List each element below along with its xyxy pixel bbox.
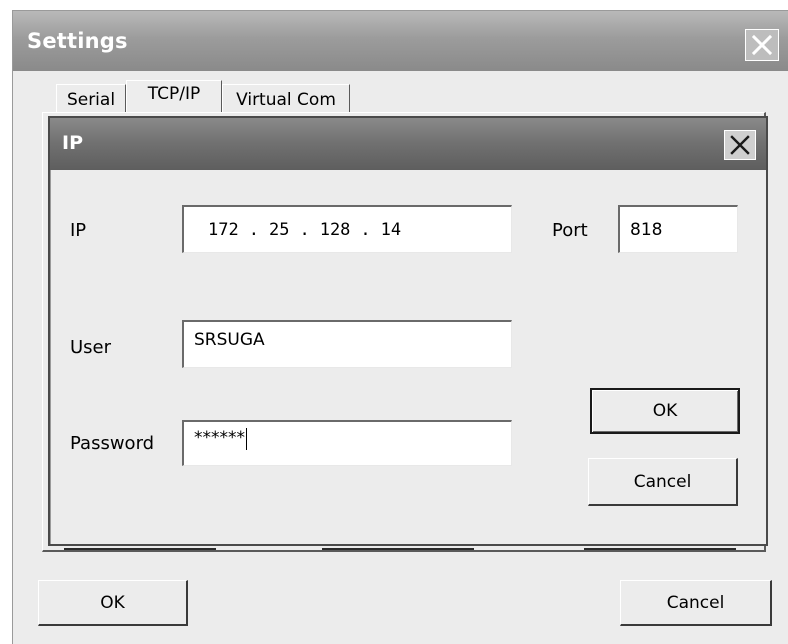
ip-octet-1[interactable]: 172 [208, 220, 239, 240]
settings-titlebar[interactable]: Settings [13, 11, 788, 71]
user-input[interactable]: SRSUGA [182, 320, 512, 368]
port-input[interactable]: 818 [618, 205, 738, 253]
settings-cancel-button[interactable]: Cancel [620, 580, 772, 626]
tab-serial[interactable]: Serial [56, 84, 126, 114]
hidden-control-edge [64, 548, 216, 550]
settings-ok-button[interactable]: OK [38, 580, 188, 626]
port-label: Port [552, 220, 588, 241]
ip-label: IP [70, 220, 87, 241]
password-value: ****** [194, 428, 245, 448]
dialog-title: IP [62, 132, 83, 154]
password-label: Password [70, 433, 155, 454]
window-title: Settings [27, 29, 128, 53]
user-value: SRSUGA [194, 330, 265, 350]
close-icon [730, 135, 750, 155]
ip-separator: . [248, 219, 259, 240]
dialog-ok-button[interactable]: OK [590, 388, 740, 434]
close-icon [751, 34, 773, 56]
ip-address-input[interactable]: 172. 25. 128. 14 [182, 205, 512, 253]
window-close-button[interactable] [745, 29, 779, 61]
tab-virtual-com[interactable]: Virtual Com [222, 84, 350, 114]
ip-separator: . [299, 219, 310, 240]
user-label: User [70, 337, 112, 358]
dialog-cancel-button[interactable]: Cancel [588, 458, 738, 506]
text-caret [246, 428, 247, 450]
dialog-close-button[interactable] [724, 130, 756, 160]
port-value: 818 [630, 219, 663, 240]
hidden-control-edge [584, 548, 736, 550]
password-input[interactable]: ****** [182, 420, 512, 466]
hidden-control-edge [322, 548, 474, 550]
ip-octet-4[interactable]: 14 [381, 220, 401, 240]
ip-octet-3[interactable]: 128 [320, 220, 351, 240]
ip-separator: . [360, 219, 371, 240]
ip-dialog-titlebar[interactable]: IP [50, 118, 766, 170]
ip-octet-2[interactable]: 25 [269, 220, 289, 240]
tab-tcpip[interactable]: TCP/IP [126, 80, 222, 114]
